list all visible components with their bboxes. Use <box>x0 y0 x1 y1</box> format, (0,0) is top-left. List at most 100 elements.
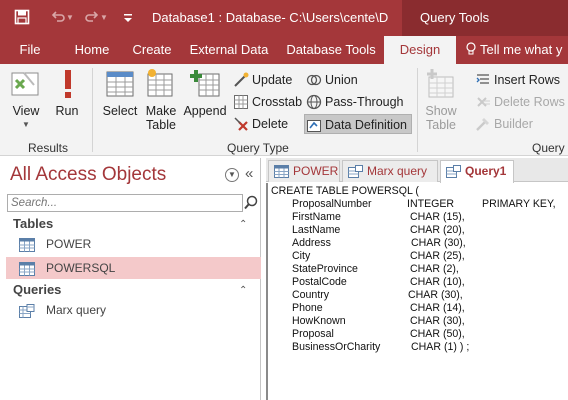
sql-row: ProposalNumber INTEGER PRIMARY KEY, <box>271 198 568 211</box>
select-query-button[interactable]: Select <box>100 68 140 118</box>
delete-rows-button[interactable]: Delete Rows <box>474 92 568 112</box>
crosstab-query-button[interactable]: Crosstab <box>232 92 306 112</box>
builder-icon <box>475 116 491 132</box>
navigation-pane: All Access Objects ▼ « Tables ⌃ POWER PO… <box>3 158 261 400</box>
doc-tab-power[interactable]: POWER <box>268 160 340 182</box>
sql-field-type: CHAR (2), <box>410 263 459 275</box>
nav-item-label: Marx query <box>46 303 107 317</box>
pass-through-label: Pass-Through <box>325 95 404 109</box>
doc-tab-label: Query1 <box>465 164 507 178</box>
sql-row: Country CHAR (30), <box>271 289 568 302</box>
tab-external-data[interactable]: External Data <box>186 36 272 64</box>
crosstab-icon <box>233 94 249 110</box>
sql-field-name: City <box>292 250 311 262</box>
globe-icon <box>306 94 322 110</box>
tell-me-box[interactable]: Tell me what y <box>466 36 568 64</box>
pass-through-button[interactable]: Pass-Through <box>305 92 408 112</box>
tab-database-tools[interactable]: Database Tools <box>282 36 380 64</box>
sql-field-name: ProposalNumber <box>292 198 372 210</box>
tab-create[interactable]: Create <box>124 36 180 64</box>
insert-rows-label: Insert Rows <box>494 73 560 87</box>
sql-field-name: PostalCode <box>292 276 347 288</box>
nav-item-label: POWER <box>46 237 92 251</box>
undo-icon[interactable] <box>50 9 66 29</box>
sql-editor[interactable]: CREATE TABLE POWERSQL ( ProposalNumber IN… <box>266 183 568 400</box>
crosstab-label: Crosstab <box>252 95 303 109</box>
sql-header-line: CREATE TABLE POWERSQL ( <box>271 185 419 197</box>
sql-row: HowKnown CHAR (30), <box>271 315 568 328</box>
view-icon <box>10 68 42 100</box>
sql-field-name: BusinessOrCharity <box>292 341 381 353</box>
run-button[interactable]: Run <box>52 68 82 118</box>
shutter-bar-collapse-icon[interactable]: « <box>245 165 253 182</box>
sql-field-type: CHAR (25), <box>410 250 465 262</box>
view-button[interactable]: View ▼ <box>6 68 46 132</box>
nav-menu-dropdown-icon[interactable]: ▼ <box>225 168 239 182</box>
collapse-tables-icon[interactable]: ⌃ <box>239 219 247 230</box>
builder-button[interactable]: Builder <box>474 114 537 134</box>
select-query-icon <box>104 68 136 100</box>
sql-field-type: CHAR (15), <box>410 211 465 223</box>
queries-section-header[interactable]: Queries <box>13 282 61 297</box>
append-label: Append <box>183 104 227 118</box>
append-button[interactable]: Append <box>183 68 227 118</box>
ribbon-tabs: File Home Create External Data Database … <box>0 36 568 64</box>
sql-field-name: FirstName <box>292 211 341 223</box>
tell-me-text: Tell me what y <box>480 42 563 57</box>
data-definition-icon <box>306 117 322 133</box>
union-query-button[interactable]: Union <box>305 70 362 90</box>
sql-row: Phone CHAR (14), <box>271 302 568 315</box>
update-label: Update <box>252 73 293 87</box>
save-icon[interactable] <box>14 9 30 29</box>
results-group-label: Results <box>28 141 69 155</box>
redo-dropdown-icon[interactable]: ▼ <box>100 13 108 22</box>
table-icon <box>19 237 35 252</box>
table-icon <box>274 164 289 178</box>
view-dropdown-icon: ▼ <box>22 120 30 129</box>
doc-tab-label: POWER <box>293 164 339 178</box>
sql-field-name: Country <box>292 289 330 301</box>
window-title: Database1 : Database- C:\Users\cente\D <box>152 10 389 25</box>
nav-search-box[interactable] <box>7 194 243 212</box>
nav-item-powersql-table[interactable]: POWERSQL <box>6 257 261 279</box>
update-query-button[interactable]: Update <box>232 70 296 90</box>
search-icon[interactable] <box>243 194 259 212</box>
delete-rows-label: Delete Rows <box>494 95 565 109</box>
query-type-group-label: Query Type <box>227 141 289 155</box>
sql-row: LastName CHAR (20), <box>271 224 568 237</box>
data-definition-button[interactable]: Data Definition <box>304 114 412 134</box>
tab-home[interactable]: Home <box>64 36 120 64</box>
tab-file[interactable]: File <box>8 36 52 64</box>
show-table-button[interactable]: Show Table <box>423 68 459 132</box>
insert-rows-button[interactable]: Insert Rows <box>474 70 564 90</box>
sql-row: StateProvince CHAR (2), <box>271 263 568 276</box>
tables-section-header[interactable]: Tables <box>13 216 53 231</box>
tab-design[interactable]: Design <box>384 36 456 64</box>
make-table-icon <box>145 68 177 100</box>
undo-dropdown-icon[interactable]: ▼ <box>66 13 74 22</box>
delete-query-button[interactable]: Delete <box>232 114 292 134</box>
customize-quick-access-icon[interactable] <box>122 11 134 28</box>
sql-field-name: Proposal <box>292 328 334 340</box>
select-label: Select <box>102 104 138 118</box>
make-table-label-1: Make <box>145 104 177 118</box>
sql-field-type: CHAR (14), <box>410 302 465 314</box>
doc-tab-marx-query[interactable]: Marx query <box>342 160 438 182</box>
nav-search-input[interactable] <box>8 195 242 211</box>
collapse-queries-icon[interactable]: ⌃ <box>239 285 247 296</box>
sql-row: FirstName CHAR (15), <box>271 211 568 224</box>
ribbon-separator <box>92 68 93 152</box>
nav-pane-title[interactable]: All Access Objects <box>10 164 166 186</box>
sql-field-name: Address <box>292 237 331 249</box>
nav-item-power-table[interactable]: POWER <box>6 233 261 255</box>
document-tabs: POWER Marx query Query1 <box>266 158 568 183</box>
nav-item-marx-query[interactable]: Marx query <box>6 299 261 321</box>
doc-tab-query1[interactable]: Query1 <box>440 160 514 183</box>
redo-icon[interactable] <box>84 9 100 29</box>
sql-field-name: StateProvince <box>292 263 358 275</box>
sql-field-type: CHAR (30), <box>410 315 465 327</box>
update-icon <box>233 72 249 88</box>
view-label: View <box>12 104 40 118</box>
make-table-button[interactable]: Make Table <box>143 68 179 132</box>
sql-field-type: CHAR (30), <box>411 237 466 249</box>
